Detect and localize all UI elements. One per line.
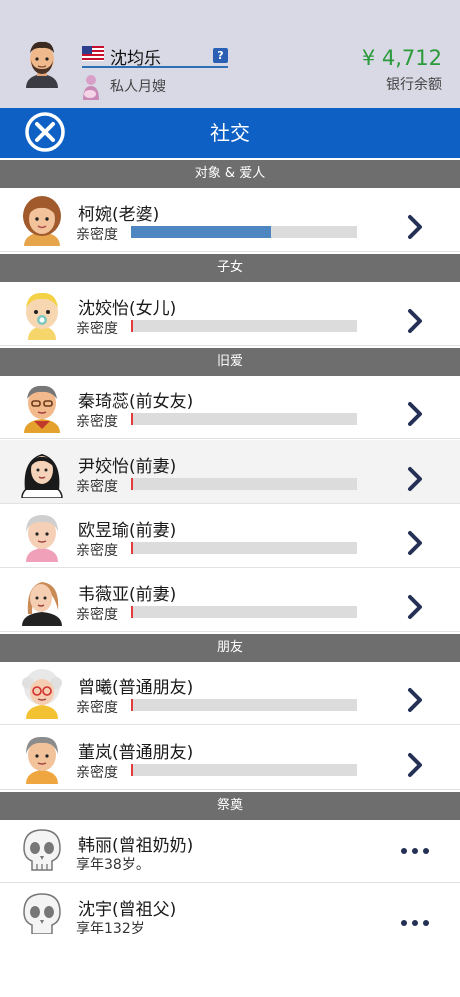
chevron-right-icon[interactable] <box>404 594 426 620</box>
person-name: 沈宇(曾祖父) <box>78 900 177 920</box>
person-name: 韩丽(曾祖奶奶) <box>78 836 194 856</box>
chevron-right-icon[interactable] <box>404 308 426 334</box>
person-row-ex-girlfriend[interactable]: 秦琦蕊(前女友) 亲密度 <box>0 376 460 439</box>
person-avatar <box>26 736 58 784</box>
person-name: 尹姣怡(前妻) <box>78 457 177 477</box>
closeness-fill <box>131 413 133 425</box>
closeness-bar <box>131 699 357 711</box>
player-header: 沈均乐 ? 私人月嫂 ¥ 4,712 银行余额 <box>0 0 460 108</box>
person-avatar <box>21 454 63 498</box>
player-avatar[interactable] <box>20 38 64 88</box>
section-children: 子女 <box>0 254 460 282</box>
section-friends: 朋友 <box>0 634 460 662</box>
job-label: 私人月嫂 <box>110 79 166 95</box>
chevron-right-icon[interactable] <box>404 214 426 240</box>
nanny-icon <box>83 75 99 100</box>
person-name: 沈姣怡(女儿) <box>78 299 177 319</box>
person-row-ex-wife[interactable]: 欧昱瑜(前妻) 亲密度 <box>0 505 460 568</box>
person-name: 欧昱瑜(前妻) <box>78 521 177 541</box>
closeness-label: 亲密度 <box>76 227 118 243</box>
person-avatar <box>23 196 61 246</box>
person-row-friend[interactable]: 曾曦(普通朋友) 亲密度 <box>0 662 460 725</box>
closeness-label: 亲密度 <box>76 321 118 337</box>
more-dots-icon[interactable] <box>400 918 430 928</box>
closeness-label: 亲密度 <box>76 700 118 716</box>
person-name: 曾曦(普通朋友) <box>78 678 194 698</box>
person-row-ex-wife[interactable]: 尹姣怡(前妻) 亲密度 <box>0 440 460 504</box>
closeness-bar <box>131 413 357 425</box>
person-name: 董岚(普通朋友) <box>78 743 194 763</box>
us-flag-icon <box>82 46 104 61</box>
person-name: 柯婉(老婆) <box>78 205 160 225</box>
closeness-fill <box>131 764 133 776</box>
person-avatar <box>24 385 60 433</box>
person-row-daughter[interactable]: 沈姣怡(女儿) 亲密度 <box>0 282 460 346</box>
page-title: 社交 <box>210 121 250 145</box>
person-name: 韦薇亚(前妻) <box>78 585 177 605</box>
closeness-fill <box>131 606 133 618</box>
closeness-fill <box>131 699 133 711</box>
closeness-label: 亲密度 <box>76 479 118 495</box>
deceased-row[interactable]: 韩丽(曾祖奶奶) 享年38岁。 <box>0 820 460 883</box>
closeness-bar <box>131 542 357 554</box>
bank-balance: ¥ 4,712 <box>361 46 442 70</box>
section-spouse: 对象 & 爱人 <box>0 160 460 188</box>
chevron-right-icon[interactable] <box>404 466 426 492</box>
closeness-fill <box>131 478 133 490</box>
section-memorial: 祭奠 <box>0 792 460 820</box>
person-avatar <box>26 292 58 340</box>
closeness-fill <box>131 226 271 238</box>
closeness-label: 亲密度 <box>76 543 118 559</box>
close-icon[interactable] <box>25 112 65 152</box>
closeness-bar <box>131 764 357 776</box>
closeness-bar <box>131 226 357 238</box>
closeness-label: 亲密度 <box>76 414 118 430</box>
closeness-label: 亲密度 <box>76 765 118 781</box>
player-name: 沈均乐 <box>110 49 161 69</box>
person-row-ex-wife[interactable]: 韦薇亚(前妻) 亲密度 <box>0 569 460 632</box>
closeness-label: 亲密度 <box>76 607 118 623</box>
chevron-right-icon[interactable] <box>404 401 426 427</box>
skull-icon <box>23 893 61 934</box>
person-avatar <box>22 582 62 626</box>
person-row-wife[interactable]: 柯婉(老婆) 亲密度 <box>0 188 460 252</box>
chevron-right-icon[interactable] <box>404 752 426 778</box>
chevron-right-icon[interactable] <box>404 530 426 556</box>
skull-icon <box>23 829 61 871</box>
person-name: 秦琦蕊(前女友) <box>78 392 194 412</box>
closeness-bar <box>131 606 357 618</box>
player-name-field[interactable]: 沈均乐 <box>82 44 228 69</box>
more-dots-icon[interactable] <box>400 846 430 856</box>
lifespan-label: 享年38岁。 <box>76 857 150 873</box>
person-row-friend[interactable]: 董岚(普通朋友) 亲密度 <box>0 726 460 790</box>
title-bar: 社交 <box>0 108 460 158</box>
closeness-fill <box>131 320 133 332</box>
closeness-bar <box>131 478 357 490</box>
bank-balance-label: 银行余额 <box>386 77 442 93</box>
closeness-bar <box>131 320 357 332</box>
chevron-right-icon[interactable] <box>404 687 426 713</box>
help-icon[interactable]: ? <box>213 48 228 63</box>
person-avatar <box>22 669 62 719</box>
lifespan-label: 享年132岁 <box>76 921 145 934</box>
section-exes: 旧爱 <box>0 348 460 376</box>
person-avatar <box>26 515 58 562</box>
closeness-fill <box>131 542 133 554</box>
deceased-row[interactable]: 沈宇(曾祖父) 享年132岁 <box>0 884 460 934</box>
